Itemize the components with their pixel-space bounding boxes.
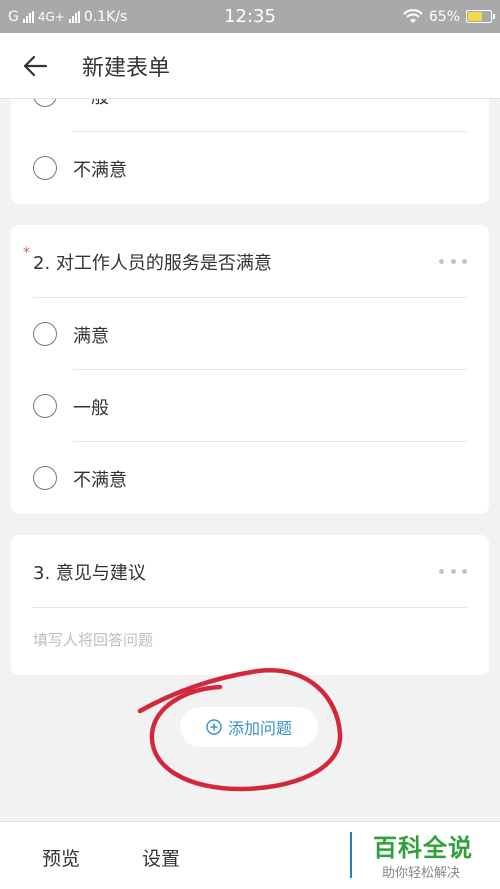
carrier-label: G bbox=[8, 8, 19, 25]
question-card-1: 一般 不满意 bbox=[11, 99, 489, 204]
dot-icon bbox=[439, 258, 444, 264]
radio-button[interactable] bbox=[33, 322, 57, 346]
question-card-2: * 2. 对工作人员的服务是否满意 满意 一般 不满意 bbox=[11, 225, 489, 514]
signal-icon bbox=[22, 10, 34, 23]
option-row[interactable]: 不满意 bbox=[11, 132, 489, 204]
radio-button[interactable] bbox=[33, 99, 57, 107]
signal-icon-2 bbox=[68, 10, 80, 23]
dot-icon bbox=[462, 568, 467, 574]
option-label: 一般 bbox=[73, 398, 109, 419]
plus-circle-icon bbox=[206, 719, 222, 735]
arrow-left-icon bbox=[23, 55, 48, 76]
status-left: G 4G+ 0.1K/s bbox=[8, 9, 188, 25]
add-question-button[interactable]: 添加问题 bbox=[180, 707, 318, 747]
bottom-bar: 预览 设置 百科全说 助你轻松解决 bbox=[0, 821, 500, 889]
add-question-label: 添加问题 bbox=[227, 719, 292, 738]
question-title[interactable]: 3. 意见与建议 bbox=[33, 559, 146, 585]
question-title-text: 2. 对工作人员的服务是否满意 bbox=[33, 253, 272, 274]
status-bar: G 4G+ 0.1K/s 12:35 65% bbox=[0, 0, 500, 33]
radio-button[interactable] bbox=[33, 156, 57, 180]
question-title[interactable]: * 2. 对工作人员的服务是否满意 bbox=[23, 245, 272, 275]
option-row[interactable]: 一般 bbox=[11, 370, 489, 442]
back-button[interactable] bbox=[0, 33, 70, 99]
wifi-icon bbox=[403, 8, 423, 23]
settings-button[interactable]: 设置 bbox=[142, 844, 180, 871]
dot-icon bbox=[450, 258, 456, 264]
battery-percent: 65% bbox=[428, 8, 460, 25]
more-options-button[interactable] bbox=[439, 564, 467, 578]
status-right: 65% bbox=[403, 8, 495, 25]
option-row[interactable]: 一般 bbox=[11, 99, 489, 131]
dot-icon bbox=[439, 568, 444, 574]
network-label: 4G+ bbox=[37, 9, 65, 24]
option-label: 满意 bbox=[73, 326, 109, 347]
option-label: 一般 bbox=[73, 99, 109, 109]
battery-fill bbox=[468, 12, 482, 21]
watermark-subtitle: 助你轻松解决 bbox=[382, 866, 461, 881]
app-header: 新建表单 bbox=[0, 33, 500, 99]
form-content[interactable]: 一般 不满意 * 2. 对工作人员的服务是否满意 满意 一般 不满意 bbox=[0, 99, 500, 821]
option-row[interactable]: 不满意 bbox=[11, 442, 489, 514]
option-row[interactable]: 满意 bbox=[11, 298, 489, 370]
dot-icon bbox=[462, 258, 467, 264]
radio-button[interactable] bbox=[33, 466, 57, 490]
more-options-button[interactable] bbox=[439, 254, 467, 268]
divider bbox=[33, 607, 467, 608]
watermark-title: 百科全说 bbox=[373, 834, 473, 862]
answer-placeholder: 填写人将回答问题 bbox=[33, 631, 154, 649]
page-title: 新建表单 bbox=[82, 55, 171, 81]
battery-icon bbox=[466, 10, 495, 23]
preview-button[interactable]: 预览 bbox=[42, 844, 80, 871]
radio-button[interactable] bbox=[33, 394, 57, 418]
question-card-3: 3. 意见与建议 填写人将回答问题 bbox=[11, 535, 489, 675]
option-label: 不满意 bbox=[73, 470, 127, 491]
option-label: 不满意 bbox=[73, 160, 127, 181]
network-speed: 0.1K/s bbox=[83, 8, 128, 25]
watermark-divider bbox=[350, 832, 352, 878]
dot-icon bbox=[450, 568, 456, 574]
required-mark: * bbox=[23, 245, 30, 261]
